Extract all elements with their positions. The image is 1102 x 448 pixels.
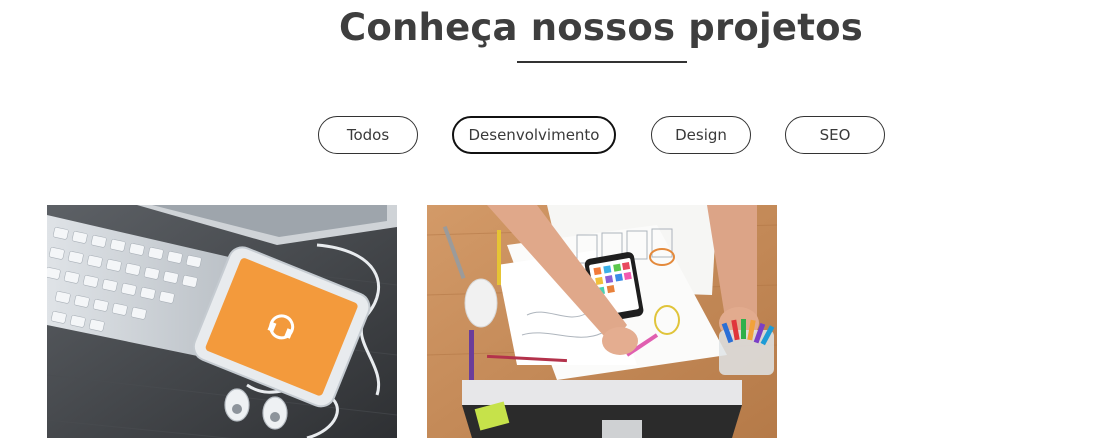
filter-seo-button[interactable]: SEO [785, 116, 885, 154]
project-card-1[interactable] [47, 205, 397, 438]
project-card-2[interactable] [427, 205, 777, 438]
filter-bar: Todos Desenvolvimento Design SEO [0, 116, 1102, 156]
projects-section: Conheça nossos projetos Todos Desenvolvi… [0, 0, 1102, 448]
filter-design-button[interactable]: Design [651, 116, 751, 154]
filter-todos-button[interactable]: Todos [318, 116, 418, 154]
filter-desenvolvimento-button[interactable]: Desenvolvimento [452, 116, 616, 154]
title-underline [517, 61, 687, 63]
project-image-phone [47, 205, 397, 438]
section-title: Conheça nossos projetos [339, 6, 863, 49]
project-image-workspace [427, 205, 777, 438]
